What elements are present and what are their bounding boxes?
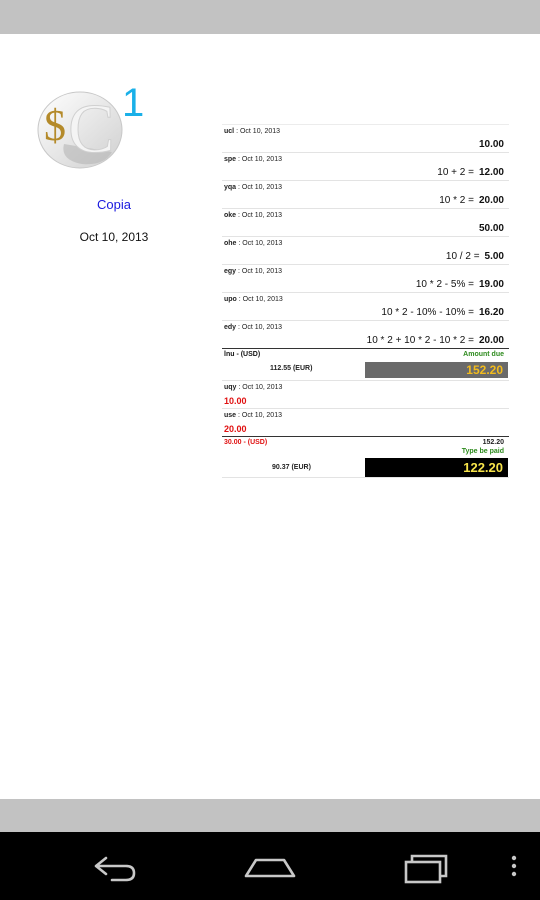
line-date: Oct 10, 2013	[241, 212, 282, 219]
amount-due-value: 152.20	[466, 363, 503, 377]
balance-section: 30.00 - (USD) 152.20 Type be paid 90.37 …	[222, 436, 509, 478]
line-expression: 10 * 2 =	[439, 195, 474, 206]
document-date: Oct 10, 2013	[79, 230, 149, 244]
line-expression: 10 * 2 + 10 * 2 - 10 * 2 =	[366, 335, 474, 346]
payment-date: Oct 10, 2013	[241, 412, 282, 419]
navigation-bar	[0, 832, 540, 900]
payment-code: uqy	[224, 384, 237, 391]
line-item[interactable]: ucl : Oct 10, 2013 10.00	[222, 124, 509, 152]
line-expression: 10 * 2 - 10% - 10% =	[381, 307, 474, 318]
receipt-screen: $ C 1 Copia Oct 10, 2013 ucl : Oct 10, 2…	[0, 34, 540, 799]
line-code: ohe	[224, 240, 237, 247]
line-code: upo	[224, 296, 237, 303]
line-code: oke	[224, 212, 237, 219]
line-expression: 10 + 2 =	[437, 167, 474, 178]
svg-text:$: $	[44, 101, 66, 150]
due-total: 152.20	[482, 439, 504, 446]
line-amount: 5.00	[484, 251, 504, 262]
to-be-paid-label: Type be paid	[461, 448, 504, 455]
line-item[interactable]: edy : Oct 10, 2013 10 * 2 + 10 * 2 - 10 …	[222, 320, 509, 348]
line-item[interactable]: egy : Oct 10, 2013 10 * 2 - 5% = 19.00	[222, 264, 509, 292]
overflow-menu-icon[interactable]	[504, 842, 524, 890]
receipt: ucl : Oct 10, 2013 10.00 spe : Oct 10, 2…	[222, 124, 509, 478]
paid-total: 30.00 - (USD)	[224, 439, 268, 446]
recent-apps-icon[interactable]	[398, 842, 458, 890]
line-code: spe	[224, 156, 237, 163]
copy-label: Copia	[97, 197, 131, 212]
amount-due-box[interactable]: 152.20	[365, 362, 508, 378]
line-expression: 10 * 2 - 5% =	[415, 279, 474, 290]
svg-text:1: 1	[122, 81, 144, 125]
home-icon[interactable]	[240, 842, 300, 890]
line-code: edy	[224, 324, 237, 331]
line-amount: 50.00	[478, 223, 504, 234]
svg-text:C: C	[68, 91, 115, 168]
line-amount: 19.00	[478, 279, 504, 290]
line-expression: 10 / 2 =	[445, 251, 480, 262]
to-be-paid-box[interactable]: 122.20	[365, 458, 508, 477]
line-item[interactable]: oke : Oct 10, 2013 50.00	[222, 208, 509, 236]
line-amount: 20.00	[478, 335, 504, 346]
payment-code: use	[224, 412, 237, 419]
line-code: yqa	[224, 184, 237, 191]
line-date: Oct 10, 2013	[239, 128, 281, 135]
payment-date: Oct 10, 2013	[242, 384, 283, 391]
back-arrow-icon[interactable]	[82, 842, 142, 890]
payment-amount: 20.00	[224, 424, 247, 434]
total-title: lnu - (USD)	[224, 351, 261, 358]
line-item[interactable]: yqa : Oct 10, 2013 10 * 2 = 20.00	[222, 180, 509, 208]
line-code: ucl	[224, 128, 235, 135]
line-item[interactable]: ohe : Oct 10, 2013 10 / 2 = 5.00	[222, 236, 509, 264]
amount-due-label: Amount due	[463, 351, 504, 358]
status-bar	[0, 0, 540, 34]
app-logo: $ C 1	[37, 81, 144, 169]
line-date: Oct 10, 2013	[241, 184, 282, 191]
payment-amount: 10.00	[224, 396, 247, 406]
line-date: Oct 10, 2013	[241, 268, 282, 275]
to-be-paid-value: 122.20	[463, 460, 503, 475]
total-section: lnu - (USD) Amount due 112.55 (EUR) 152.…	[222, 348, 509, 380]
line-amount: 16.20	[478, 307, 504, 318]
eur-total: 112.55 (EUR)	[270, 365, 313, 372]
eur-remaining: 90.37 (EUR)	[272, 464, 311, 471]
line-amount: 20.00	[478, 195, 504, 206]
line-date: Oct 10, 2013	[242, 296, 283, 303]
payment-item[interactable]: uqy : Oct 10, 2013 10.00	[222, 380, 509, 408]
line-amount: 12.00	[478, 167, 504, 178]
line-code: egy	[224, 268, 237, 275]
payment-item[interactable]: use : Oct 10, 2013 20.00	[222, 408, 509, 436]
line-item[interactable]: spe : Oct 10, 2013 10 + 2 = 12.00	[222, 152, 509, 180]
line-date: Oct 10, 2013	[241, 156, 282, 163]
line-date: Oct 10, 2013	[242, 240, 283, 247]
line-item[interactable]: upo : Oct 10, 2013 10 * 2 - 10% - 10% = 1…	[222, 292, 509, 320]
line-date: Oct 10, 2013	[241, 324, 282, 331]
line-amount: 10.00	[478, 139, 504, 150]
bottom-strip	[0, 799, 540, 832]
